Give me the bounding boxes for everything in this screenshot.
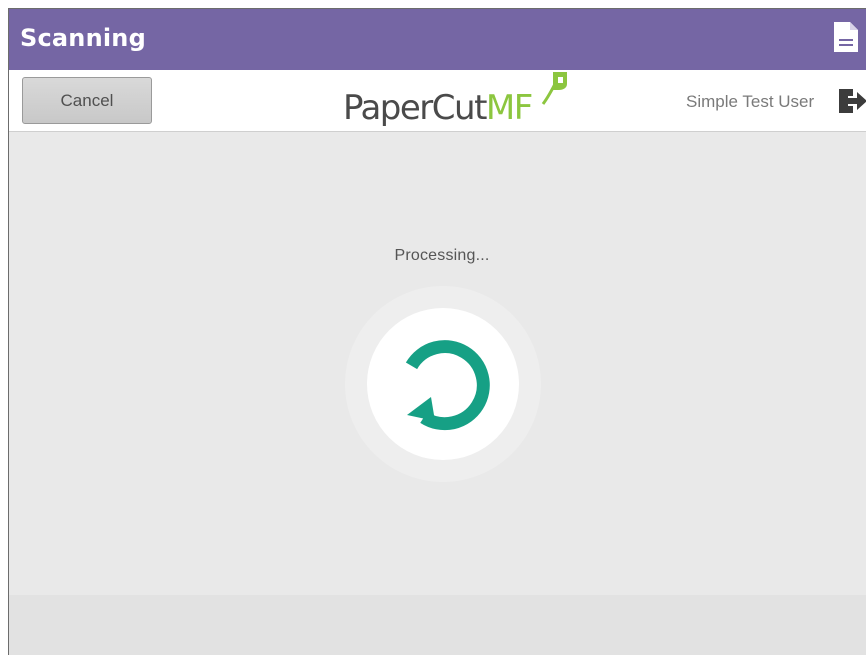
cancel-button[interactable]: Cancel: [22, 77, 152, 124]
title-bar: Scanning: [9, 9, 866, 70]
logo-text-mf: MF: [485, 88, 533, 128]
papercut-logo: PaperCutMF: [343, 72, 573, 132]
user-name: Simple Test User: [686, 92, 815, 111]
status-text: Processing...: [394, 247, 490, 264]
footer-bar: [9, 595, 866, 655]
main-content: Processing...: [9, 132, 866, 595]
document-icon[interactable]: [834, 22, 858, 52]
spinner-inner-circle: [367, 308, 519, 460]
app-window: Scanning Cancel PaperCutMF Simple Test U…: [8, 8, 866, 655]
logo-leaf-icon: [541, 72, 567, 105]
loading-spinner: [345, 286, 541, 482]
header-bar: Cancel PaperCutMF Simple Test User: [9, 70, 866, 132]
page-title: Scanning: [20, 24, 146, 52]
logout-icon[interactable]: [837, 86, 866, 116]
logo-text-papercut: PaperCut: [343, 88, 487, 128]
